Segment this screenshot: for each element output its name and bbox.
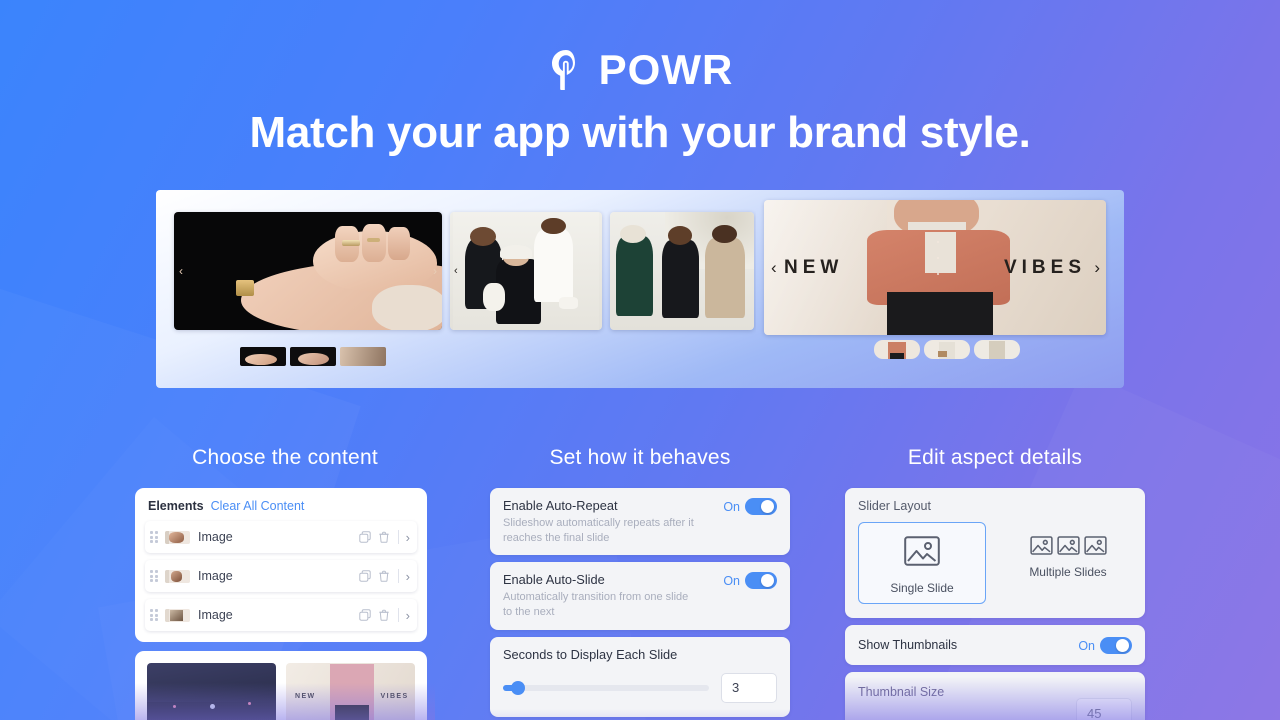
clear-all-content-link[interactable]: Clear All Content [211,499,305,513]
hero-pane-hands: ‹ › [156,190,446,388]
hero-pane-vibes: ‹ NEW VIBES › [756,190,1124,388]
toggle-label: On [723,499,740,514]
slider-layout-title: Slider Layout [858,499,931,513]
toggle-label: On [723,573,740,588]
setting-auto-slide[interactable]: Enable Auto-Slide Automatically transiti… [490,562,790,630]
preview-image-vibes: NEW VIBES [286,663,415,720]
vibes-word-left: NEW [784,256,844,278]
slideshow-image-group: ‹ [450,212,602,330]
preview-caption-left: NEW [295,692,316,700]
hero-thumbnail[interactable] [240,347,286,366]
drag-handle-icon[interactable] [150,609,159,621]
brand-name: POWR [598,46,734,93]
brand-logo: POWR [0,48,1280,92]
setting-auto-repeat[interactable]: Enable Auto-Repeat Slideshow automatical… [490,488,790,556]
seconds-slider[interactable] [503,680,709,695]
element-label: Image [198,608,233,622]
preview-image-night [147,663,276,720]
vibes-next-arrow[interactable]: › [1094,258,1100,278]
show-thumbnails-toggle[interactable]: On [1078,637,1132,654]
divider [397,608,399,622]
toggle-label: On [1078,638,1095,653]
image-placeholder-icon [904,536,940,566]
powr-plug-icon [551,50,575,90]
preview-caption-right: VIBES [380,692,409,700]
hero-prev-arrow-1[interactable]: ‹ [179,264,183,278]
slider-layout-card: Slider Layout Single Slide Multiple Slid… [845,488,1145,618]
chevron-right-icon[interactable]: › [406,608,410,623]
slideshow-image-vibes: ‹ NEW VIBES › [764,200,1106,335]
vibes-prev-arrow[interactable]: ‹ [771,258,777,278]
hero-pane-group: ‹ [446,190,756,388]
slideshow-image-hands: ‹ › [174,212,442,330]
setting-description: Slideshow automatically repeats after it… [503,517,694,544]
chevron-right-icon[interactable]: › [406,569,410,584]
divider [397,530,399,544]
setting-title: Seconds to Display Each Slide [503,646,678,662]
setting-title: Thumbnail Size [858,685,945,699]
layout-option-label: Single Slide [890,581,954,595]
hero-thumbnail[interactable] [290,347,336,366]
hero-prev-arrow-2[interactable]: ‹ [454,265,458,277]
toggle-switch[interactable] [745,572,777,590]
trash-icon[interactable] [378,609,390,621]
column-title: Edit aspect details [907,446,1083,469]
hero-thumbnail[interactable] [874,340,920,359]
element-preview-card: NEW VIBES [135,651,427,720]
drag-handle-icon[interactable] [150,531,159,543]
auto-repeat-toggle[interactable]: On [723,498,777,515]
setting-thumbnail-size[interactable]: Thumbnail Size 45 [845,672,1145,720]
page-headline: Match your app with your brand style. [249,108,1031,157]
duplicate-icon[interactable] [358,531,371,543]
elements-title: Elements [148,499,204,513]
column-choose-content: Choose the content Elements Clear All Co… [135,446,435,720]
vibes-word-right: VIBES [1003,256,1086,278]
elements-panel: Elements Clear All Content Image › Image… [135,488,427,642]
hero-slideshow-preview: ‹ › ‹ ‹ NEW VIBES › [156,190,1124,388]
layout-option-single-slide[interactable]: Single Slide [858,522,986,604]
auto-slide-toggle[interactable]: On [723,572,777,590]
setting-seconds-per-slide[interactable]: Seconds to Display Each Slide 3 [490,636,790,717]
seconds-value-input[interactable]: 3 [721,672,777,703]
hero-thumbnail[interactable] [340,347,386,366]
chevron-right-icon[interactable]: › [406,530,410,545]
element-row[interactable]: Image › [145,560,417,592]
elements-header: Elements Clear All Content [145,497,417,521]
divider [397,569,399,583]
column-aspect-details: Edit aspect details Slider Layout Single… [845,446,1145,720]
multiple-images-icon [1011,536,1125,555]
element-thumbnail [165,569,190,583]
toggle-switch[interactable] [1100,637,1132,654]
column-title: Choose the content [192,446,378,469]
layout-option-label: Multiple Slides [1029,565,1107,579]
column-behavior: Set how it behaves Enable Auto-Repeat Sl… [490,446,790,720]
slideshow-image-group-2 [610,212,754,330]
trash-icon[interactable] [378,570,390,582]
thumbnail-size-input[interactable]: 45 [1076,698,1132,720]
trash-icon[interactable] [378,531,390,543]
hero-thumbnail[interactable] [924,340,970,359]
toggle-switch[interactable] [745,498,777,515]
setting-description: Automatically transition from one slide … [503,591,689,618]
element-row[interactable]: Image › [145,599,417,631]
drag-handle-icon[interactable] [150,570,159,582]
duplicate-icon[interactable] [358,609,371,621]
element-row[interactable]: Image › [145,521,417,553]
hero-thumbnail-strip-2 [874,340,1020,359]
element-thumbnail [165,608,190,622]
element-label: Image [198,530,233,544]
layout-option-multiple-slides[interactable]: Multiple Slides [1004,522,1132,604]
hero-thumbnail-strip-1 [240,347,386,366]
element-label: Image [198,569,233,583]
hero-next-arrow-1[interactable]: › [433,264,437,278]
setting-show-thumbnails[interactable]: Show Thumbnails On [845,625,1145,665]
hero-thumbnail[interactable] [974,340,1020,359]
duplicate-icon[interactable] [358,570,371,582]
column-title: Set how it behaves [549,446,731,469]
element-thumbnail [165,530,190,544]
